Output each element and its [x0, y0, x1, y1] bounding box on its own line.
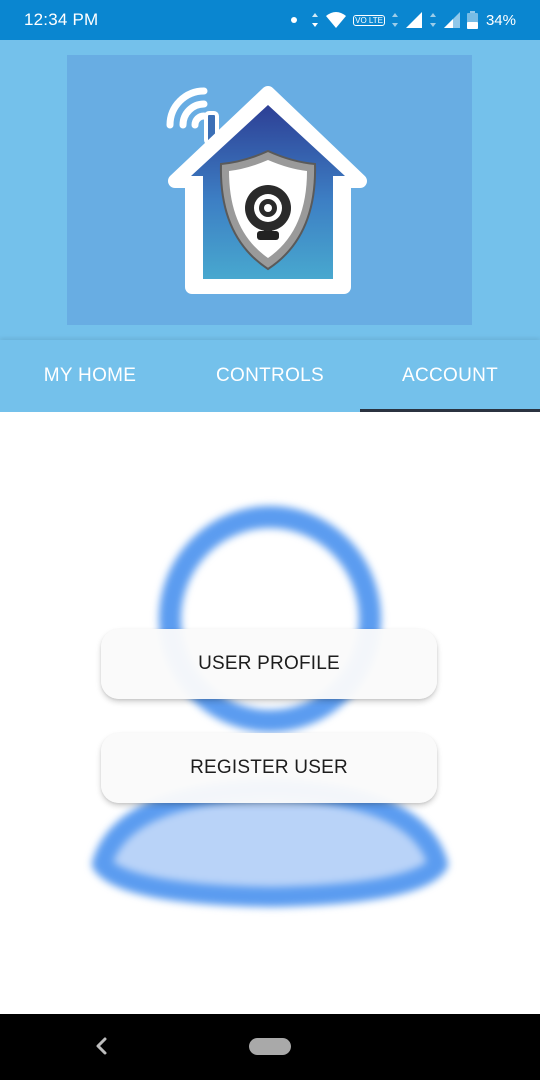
tab-account[interactable]: ACCOUNT — [360, 340, 540, 412]
user-profile-button[interactable]: USER PROFILE — [101, 629, 437, 699]
wifi-icon — [326, 12, 347, 28]
account-content: USER PROFILE REGISTER USER — [0, 412, 540, 1014]
back-icon[interactable] — [94, 1036, 108, 1056]
register-user-button[interactable]: REGISTER USER — [101, 733, 437, 803]
notification-dot-icon — [291, 17, 298, 23]
wifi-signal-icon — [166, 87, 208, 129]
tab-my-home[interactable]: MY HOME — [0, 340, 180, 412]
status-icons: VO LTE 34% — [291, 8, 516, 32]
tab-bar: MY HOME CONTROLS ACCOUNT — [0, 340, 540, 412]
home-pill-icon[interactable] — [249, 1038, 291, 1055]
signal-icon — [405, 12, 422, 28]
data-arrows-icon — [312, 13, 319, 27]
navigation-bar — [0, 1014, 540, 1080]
battery-icon — [466, 11, 478, 29]
status-bar: 12:34 PM VO LTE 34% — [0, 0, 540, 40]
app-header — [0, 40, 540, 340]
data-arrows-icon — [429, 13, 436, 27]
volte-icon: VO LTE — [353, 14, 385, 26]
house-icon — [166, 86, 367, 294]
battery-percent: 34% — [485, 11, 516, 29]
tab-controls[interactable]: CONTROLS — [180, 340, 360, 412]
signal-icon — [443, 12, 460, 28]
status-time: 12:34 PM — [24, 10, 99, 29]
app-logo — [67, 55, 472, 325]
user-silhouette-icon — [92, 506, 448, 907]
data-arrows-icon — [391, 13, 398, 27]
